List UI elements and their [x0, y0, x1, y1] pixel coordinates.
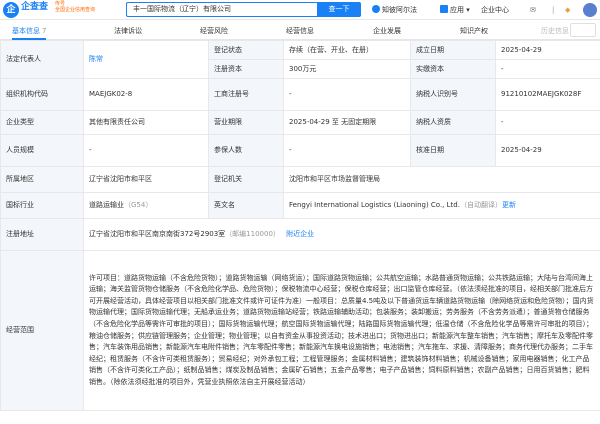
insured-value: - [283, 134, 411, 167]
enterprise-center-link[interactable]: 企业中心 [481, 5, 509, 15]
english-update-link[interactable]: 更新 [502, 201, 516, 209]
brand-tagline: 传号 全国企业信用查询 [55, 1, 95, 13]
tab-development[interactable]: 企业发展 [373, 26, 401, 36]
address-cell: 辽宁省沈阳市和平区南京南街372号2903室（邮编110000） 附近企业 [83, 218, 600, 251]
brand-name[interactable]: 企查查 [21, 2, 48, 12]
biz-reg-value: - [283, 78, 411, 111]
search-input[interactable]: 丰一国际物流（辽宁）有限公司 [126, 2, 317, 17]
founded-value: 2025-04-29 [495, 40, 600, 60]
term-label: 营业期限 [208, 110, 284, 135]
tab-label: 基本信息 [12, 27, 40, 35]
staff-label: 人员规模 [0, 134, 84, 167]
address-value: 辽宁省沈阳市和平区南京南街372号2903室 [89, 230, 226, 238]
brand-tagline-2: 全国企业信用查询 [55, 7, 96, 13]
taxpayer-qual-label: 纳税人资质 [410, 110, 496, 135]
address-label: 注册地址 [0, 218, 84, 251]
knowledge-alpha-label: 知彼阿尔法 [382, 6, 417, 14]
avatar[interactable] [583, 3, 597, 17]
tab-basic-info[interactable]: 基本信息 7 [12, 26, 47, 40]
english-value: Fengyi International Logistics (Liaoning… [289, 201, 460, 209]
taxpayer-id-label: 纳税人识别号 [410, 78, 496, 111]
founded-label: 成立日期 [410, 40, 496, 60]
paid-capital-value: - [495, 59, 600, 79]
approved-label: 核准日期 [410, 134, 496, 167]
english-note: （自动翻译） [459, 201, 502, 209]
nearby-companies-link[interactable]: 附近企业 [286, 230, 314, 238]
industry-cell: 道路运输业（G54） [83, 192, 209, 219]
tab-history[interactable]: 历史信息 [541, 26, 569, 36]
section-tabs: 基本信息 7 法律诉讼 经营风险 经营信息 企业发展 知识产权 历史信息 [0, 22, 600, 40]
authority-value: 沈阳市和平区市场监督管理局 [283, 166, 600, 193]
knowledge-alpha-link[interactable]: 知彼阿尔法 [372, 5, 417, 15]
org-code-label: 组织机构代码 [0, 78, 84, 111]
approved-value: 2025-04-29 [495, 134, 600, 167]
legal-rep-link[interactable]: 陈常 [89, 55, 103, 63]
authority-label: 登记机关 [208, 166, 284, 193]
org-code-value: MAEJGK02-8 [83, 78, 209, 111]
taxpayer-id-value: 91210102MAEJGK028F [495, 78, 600, 111]
tab-count: 7 [42, 27, 47, 35]
scope-label: 经营范围 [0, 250, 84, 411]
english-label: 英文名 [208, 192, 284, 219]
industry-label: 国标行业 [0, 192, 84, 219]
industry-code: （G54） [124, 201, 153, 209]
industry-value: 道路运输业 [89, 201, 124, 209]
tab-operations[interactable]: 经营信息 [286, 26, 314, 36]
reg-status-value: 存续（在营、开业、在册） [283, 40, 411, 60]
qcc-logo-icon[interactable]: 企 [3, 2, 19, 18]
region-value: 辽宁省沈阳市和平区 [83, 166, 209, 193]
reg-status-label: 登记状态 [208, 40, 284, 60]
insured-label: 参保人数 [208, 134, 284, 167]
legal-rep-label: 法定代表人 [0, 40, 84, 79]
reg-capital-value: 300万元 [283, 59, 411, 79]
message-icon[interactable]: ✉ [530, 5, 536, 15]
search-button[interactable]: 查一下 [317, 2, 361, 17]
type-value: 其他有限责任公司 [83, 110, 209, 135]
biz-reg-label: 工商注册号 [208, 78, 284, 111]
type-label: 企业类型 [0, 110, 84, 135]
tab-ip[interactable]: 知识产权 [460, 26, 488, 36]
basic-info-table: 法定代表人 陈常 登记状态 存续（在营、开业、在册） 成立日期 2025-04-… [0, 40, 600, 411]
taxpayer-qual-value: - [495, 110, 600, 135]
separator: | [552, 6, 555, 14]
watermark-badge [570, 23, 596, 37]
term-value: 2025-04-29 至 无固定期限 [283, 110, 411, 135]
staff-value: - [83, 134, 209, 167]
reg-capital-label: 注册资本 [208, 59, 284, 79]
top-bar: 企 企查查 传号 全国企业信用查询 丰一国际物流（辽宁）有限公司 查一下 知彼阿… [0, 0, 600, 20]
vip-icon[interactable]: ◆ [565, 5, 570, 15]
tab-risk[interactable]: 经营风险 [200, 26, 228, 36]
paid-capital-label: 实缴资本 [410, 59, 496, 79]
app-menu[interactable]: 应用 ▾ [440, 5, 470, 15]
postcode: （邮编110000） [225, 230, 280, 238]
region-label: 所属地区 [0, 166, 84, 193]
scope-value: 许可项目：道路货物运输（不含危险货物）；道路货物运输（网络货运）；国际道路货物运… [83, 250, 600, 411]
app-label: 应用 [450, 6, 464, 14]
tab-legal[interactable]: 法律诉讼 [114, 26, 142, 36]
alpha-icon [372, 5, 380, 13]
english-cell: Fengyi International Logistics (Liaoning… [283, 192, 600, 219]
legal-rep-cell: 陈常 [83, 40, 209, 79]
grid-icon [440, 5, 448, 13]
chevron-down-icon: ▾ [464, 6, 470, 14]
